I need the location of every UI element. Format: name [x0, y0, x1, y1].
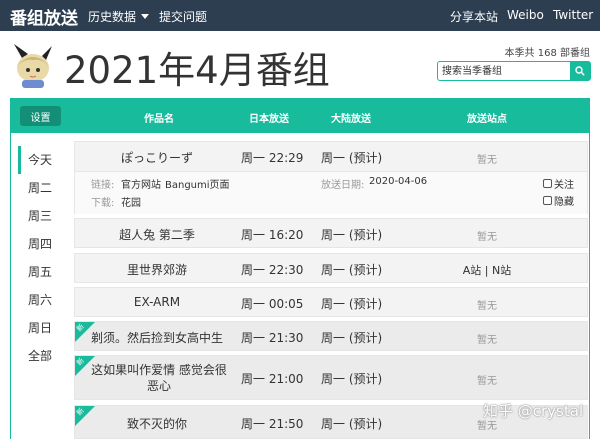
col-sites: 放送站点	[467, 114, 507, 125]
table-row[interactable]: 新 剃须。然后捡到女高中生 周一 21:30 周一 (预计) 暂无	[74, 321, 588, 351]
day-sat[interactable]: 周六	[18, 286, 74, 314]
page-title: 2021年4月番组	[64, 49, 330, 92]
day-today[interactable]: 今天	[18, 146, 74, 174]
brand-link[interactable]: 番组放送	[10, 4, 78, 29]
jp-time: 周一 22:29	[241, 151, 304, 165]
download-link[interactable]: 花园	[121, 194, 141, 209]
twitter-link[interactable]: Twitter	[553, 8, 593, 22]
cn-time: 周一 (预计)	[321, 151, 383, 165]
season-count: 本季共 168 部番组	[504, 48, 590, 59]
day-all[interactable]: 全部	[18, 342, 74, 370]
weekday-list: 今天 周二 周三 周四 周五 周六 周日 全部	[18, 146, 74, 370]
follow-label: 关注	[554, 180, 574, 191]
cn-time: 周一 (预计)	[321, 331, 383, 345]
date-label: 放送日期:	[321, 180, 365, 191]
sites[interactable]: A站 | N站	[457, 262, 517, 278]
col-jp-broadcast: 日本放送	[249, 114, 289, 125]
cn-time: 周一 (预计)	[321, 228, 383, 242]
caret-down-icon	[141, 14, 150, 19]
cn-time: 周一 (预计)	[321, 372, 383, 386]
table-row[interactable]: EX-ARM 周一 00:05 周一 (预计) 暂无	[74, 287, 588, 317]
search-button[interactable]	[570, 62, 590, 80]
table-row[interactable]: 超人兔 第二季 周一 16:20 周一 (预计) 暂无	[74, 218, 588, 248]
search-input[interactable]	[438, 62, 570, 80]
anime-title: 致不灭的你	[126, 417, 187, 431]
follow-checkbox[interactable]: 关注	[543, 176, 574, 191]
anime-title: ぽっこりーず	[120, 151, 193, 165]
bangumi-page-link[interactable]: Bangumi页面	[165, 176, 230, 191]
day-sun[interactable]: 周日	[18, 314, 74, 342]
watermark: 知乎 @crystal	[483, 402, 584, 420]
anime-title: 超人兔 第二季	[119, 228, 195, 242]
table-row[interactable]: 里世界郊游 周一 22:30 周一 (预计) A站 | N站	[74, 253, 588, 283]
sites: 暂无	[477, 376, 497, 387]
history-label: 历史数据	[88, 10, 137, 24]
jp-time: 周一 16:20	[241, 228, 304, 242]
search-icon	[575, 66, 585, 76]
anime-title: 这如果叫作爱情 感觉会很恶心	[91, 363, 227, 393]
top-navbar: 番组放送 历史数据 提交问题 分享本站 Weibo Twitter	[0, 0, 600, 31]
col-cn-broadcast: 大陆放送	[331, 114, 371, 125]
day-thu[interactable]: 周四	[18, 230, 74, 258]
history-dropdown[interactable]: 历史数据	[88, 8, 150, 25]
day-fri[interactable]: 周五	[18, 258, 74, 286]
sites: 暂无	[477, 155, 497, 166]
jp-time: 周一 21:50	[241, 417, 304, 431]
share-link[interactable]: 分享本站	[450, 8, 498, 25]
anime-title: 里世界郊游	[126, 263, 187, 277]
cn-time: 周一 (预计)	[321, 297, 383, 311]
search-box	[437, 61, 591, 81]
weibo-link[interactable]: Weibo	[507, 8, 544, 22]
jp-time: 周一 22:30	[241, 263, 304, 277]
day-wed[interactable]: 周三	[18, 202, 74, 230]
anime-title: 剃须。然后捡到女高中生	[90, 331, 223, 345]
table-row[interactable]: 新 这如果叫作爱情 感觉会很恶心 周一 21:00 周一 (预计) 暂无	[74, 355, 588, 400]
checkbox-icon	[543, 179, 552, 188]
jp-time: 周一 00:05	[241, 297, 304, 311]
row-detail: 链接: 官方网站 Bangumi页面 下载: 花园 放送日期: 2020-04-…	[74, 172, 588, 214]
col-title: 作品名	[144, 114, 174, 125]
table-row[interactable]: ぽっこりーず 周一 22:29 周一 (预计) 暂无	[74, 141, 588, 172]
report-issue-link[interactable]: 提交问题	[159, 8, 207, 25]
cn-time: 周一 (预计)	[321, 417, 383, 431]
mascot-logo-icon	[14, 44, 52, 88]
hide-checkbox[interactable]: 隐藏	[543, 193, 574, 208]
cn-time: 周一 (预计)	[321, 263, 383, 277]
sites: 暂无	[477, 232, 497, 243]
hide-label: 隐藏	[554, 197, 574, 208]
official-site-link[interactable]: 官方网站	[121, 176, 161, 191]
jp-time: 周一 21:30	[241, 331, 304, 345]
download-label: 下载:	[91, 198, 115, 209]
jp-time: 周一 21:00	[241, 372, 304, 386]
link-label: 链接:	[91, 180, 115, 191]
checkbox-icon	[543, 196, 552, 205]
date-value: 2020-04-06	[369, 176, 428, 187]
settings-button[interactable]: 设置	[20, 106, 61, 126]
sites: 暂无	[477, 335, 497, 346]
day-tue[interactable]: 周二	[18, 174, 74, 202]
sites: 暂无	[477, 301, 497, 312]
table-header: 设置 作品名 日本放送 大陆放送 放送站点	[11, 99, 589, 133]
anime-title: EX-ARM	[133, 295, 181, 309]
